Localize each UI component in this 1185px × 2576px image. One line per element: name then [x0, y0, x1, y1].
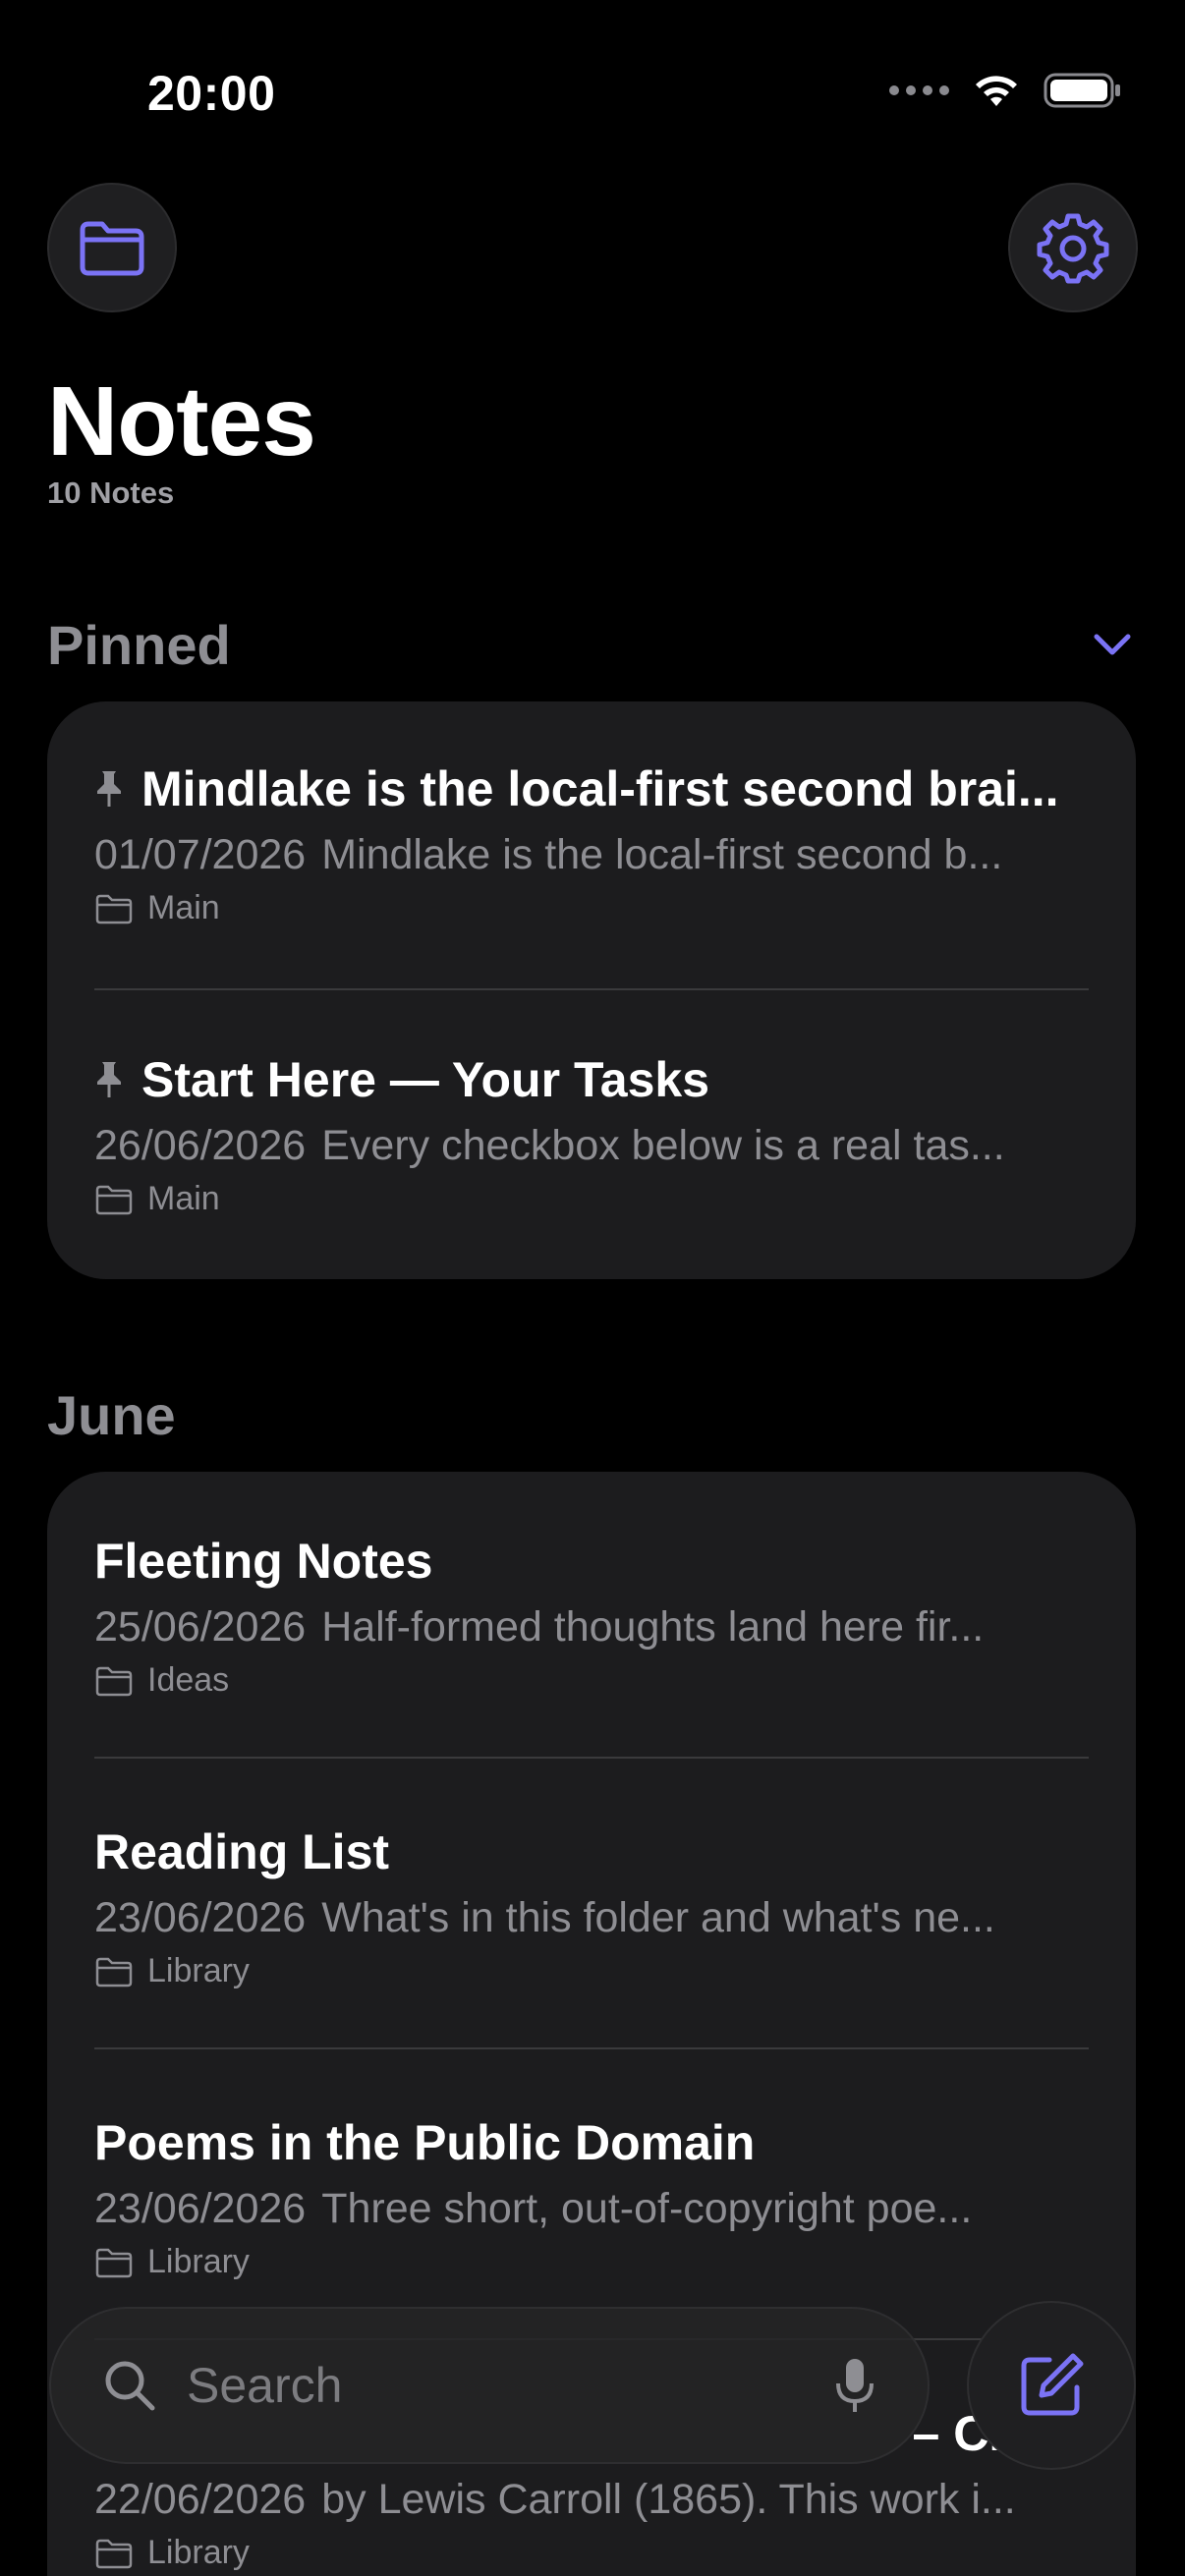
folder-icon [95, 2248, 133, 2277]
note-preview: Three short, out-of-copyright poe... [321, 2185, 973, 2232]
search-icon [105, 2361, 155, 2411]
compose-icon [1021, 2353, 1084, 2416]
signal-icon [889, 85, 949, 95]
note-title: Poems in the Public Domain [94, 2115, 756, 2170]
note-folder-label: Library [147, 1952, 250, 1989]
note-folder-label: Main [147, 889, 220, 926]
note-folder-label: Ideas [147, 1661, 230, 1699]
folder-icon [95, 1666, 133, 1696]
section-title-june: June [47, 1384, 176, 1446]
status-icons [889, 71, 1122, 110]
note-date: 22/06/2026 [94, 2476, 307, 2523]
list-item[interactable]: Start Here — Your Tasks 26/06/2026 Every … [94, 1051, 1089, 1218]
note-folder-label: Library [147, 2243, 250, 2280]
folder-icon [95, 1957, 133, 1987]
note-folder-label: Main [147, 1180, 220, 1217]
compose-button[interactable] [967, 2301, 1136, 2470]
divider [94, 2047, 1089, 2049]
divider [94, 988, 1089, 990]
microphone-icon[interactable] [833, 2356, 876, 2415]
folder-icon [95, 2539, 133, 2568]
list-item[interactable]: Poems in the Public Domain 23/06/2026 Thr… [94, 2114, 1089, 2281]
settings-button[interactable] [1008, 183, 1138, 312]
pin-icon [97, 771, 121, 807]
note-date: 25/06/2026 [94, 1603, 307, 1651]
note-preview: Mindlake is the local-first second b... [321, 831, 1003, 878]
note-date: 23/06/2026 [94, 2185, 307, 2232]
chevron-down-icon[interactable] [1089, 625, 1136, 664]
page-title: Notes [47, 366, 316, 476]
note-preview: Every checkbox below is a real tas... [321, 1122, 1005, 1169]
note-preview: Half-formed thoughts land here fir... [321, 1603, 985, 1651]
section-title-pinned: Pinned [47, 614, 231, 676]
folder-icon [95, 1185, 133, 1214]
folder-icon [95, 894, 133, 924]
note-date: 01/07/2026 [94, 831, 307, 878]
gear-icon [1037, 213, 1109, 284]
search-input[interactable] [187, 2357, 833, 2414]
note-preview: What's in this folder and what's ne... [321, 1894, 995, 1941]
list-item[interactable]: Reading List 23/06/2026 What's in this fo… [94, 1823, 1089, 1990]
note-title: Fleeting Notes [94, 1534, 433, 1589]
note-preview: by Lewis Carroll (1865). This work i... [321, 2476, 1016, 2523]
notes-screen: 20:00 Notes 10 Notes Pinned Mindlake is … [0, 0, 1185, 2576]
note-title: Reading List [94, 1824, 390, 1879]
pinned-card: Mindlake is the local-first second brai.… [47, 701, 1136, 1279]
wifi-icon [976, 76, 1017, 106]
note-date: 26/06/2026 [94, 1122, 307, 1169]
note-title: Mindlake is the local-first second brai.… [141, 761, 1059, 816]
folders-button[interactable] [47, 183, 177, 312]
status-time: 20:00 [147, 66, 276, 121]
pin-icon [97, 1062, 121, 1097]
note-title: Start Here — Your Tasks [141, 1052, 710, 1107]
divider [94, 1757, 1089, 1759]
list-item[interactable]: Mindlake is the local-first second brai.… [94, 760, 1089, 927]
search-bar[interactable] [49, 2307, 930, 2464]
note-folder-label: Library [147, 2534, 250, 2571]
note-date: 23/06/2026 [94, 1894, 307, 1941]
note-count: 10 Notes [47, 476, 175, 510]
folder-icon [80, 221, 144, 276]
battery-icon [1044, 73, 1120, 108]
list-item[interactable]: Fleeting Notes 25/06/2026 Half-formed tho… [94, 1533, 1089, 1700]
